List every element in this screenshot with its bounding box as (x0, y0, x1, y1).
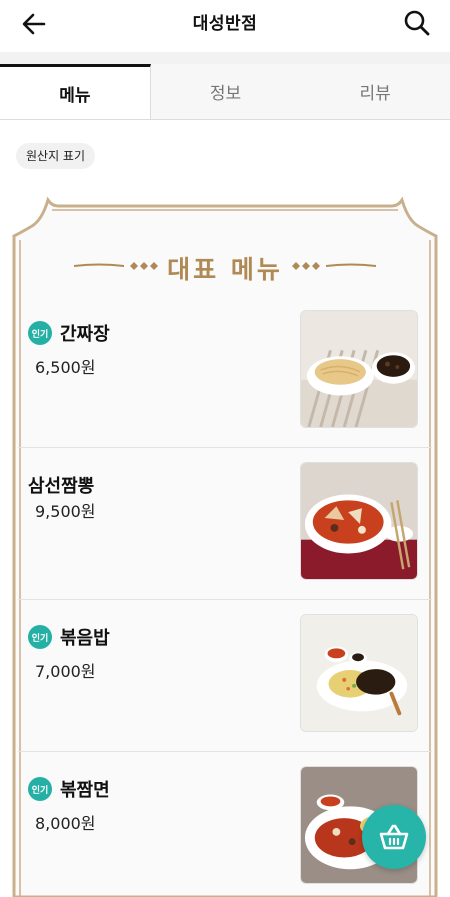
fried-rice-photo (300, 614, 418, 732)
menu-item-samseon-jjamppong[interactable]: 삼선짬뽕 9,500원 (18, 448, 432, 600)
basket-icon (379, 824, 409, 850)
menu-name-row: 삼선짬뽕 (28, 472, 94, 498)
menu-item-bokkeumbap[interactable]: 인기 볶음밥 7,000원 (18, 600, 432, 752)
header-divider (0, 52, 450, 64)
menu-name-row: 인기 간짜장 (28, 320, 110, 346)
menu-item-ganjjajang[interactable]: 인기 간짜장 6,500원 (18, 296, 432, 448)
jajangmyeon-photo (300, 310, 418, 428)
cart-button[interactable] (362, 805, 426, 869)
popular-badge: 인기 (28, 625, 52, 649)
title-ornament-right (292, 262, 376, 270)
menu-name: 간짜장 (60, 324, 110, 345)
menu-name: 볶짬면 (60, 780, 110, 801)
section-title: 대표 메뉴 (8, 250, 442, 286)
menu-name-row: 인기 볶음밥 (28, 624, 110, 650)
popular-badge: 인기 (28, 321, 52, 345)
popular-badge: 인기 (28, 777, 52, 801)
app-header: 대성반점 (0, 0, 450, 52)
menu-price: 7,000원 (35, 662, 96, 681)
menu-price: 8,000원 (35, 814, 96, 833)
tab-menu[interactable]: 메뉴 (0, 64, 151, 119)
search-icon[interactable] (402, 8, 432, 38)
menu-name: 볶음밥 (60, 628, 110, 649)
section-title-text: 대표 메뉴 (167, 255, 283, 284)
menu-price: 6,500원 (35, 358, 96, 377)
page-title: 대성반점 (192, 14, 258, 34)
menu-price: 9,500원 (35, 502, 96, 521)
origin-label-chip[interactable]: 원산지 표기 (16, 143, 96, 169)
tab-reviews[interactable]: 리뷰 (300, 64, 450, 119)
tab-bar: 메뉴 정보 리뷰 (0, 64, 450, 120)
jjamppong-photo (300, 462, 418, 580)
menu-name: 삼선짬뽕 (28, 476, 95, 497)
tab-info[interactable]: 정보 (151, 64, 301, 119)
menu-name-row: 인기 볶짬면 (28, 776, 110, 802)
